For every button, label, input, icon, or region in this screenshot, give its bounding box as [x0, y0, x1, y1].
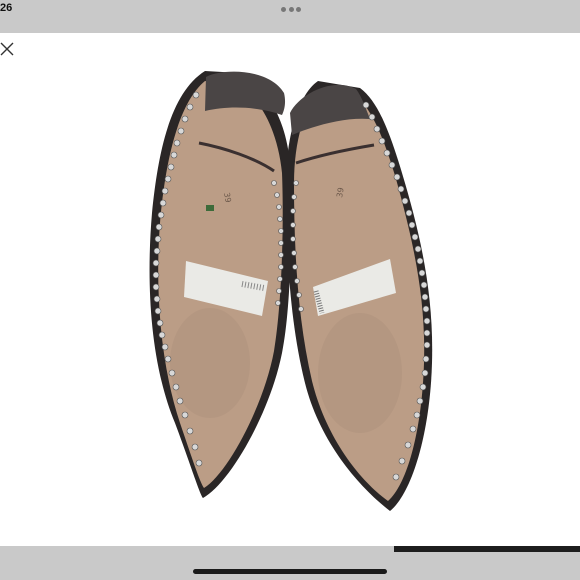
home-indicator[interactable] [193, 569, 387, 574]
progress-fill [394, 546, 580, 552]
product-photo: 39 39 [0, 33, 580, 546]
status-bar: 26 [0, 0, 580, 33]
size-stamp-left: 39 [222, 192, 233, 204]
close-icon[interactable] [0, 42, 14, 56]
ellipsis-icon[interactable] [281, 7, 301, 13]
size-stamp-right: 39 [335, 187, 346, 199]
status-time: 26 [0, 2, 13, 14]
